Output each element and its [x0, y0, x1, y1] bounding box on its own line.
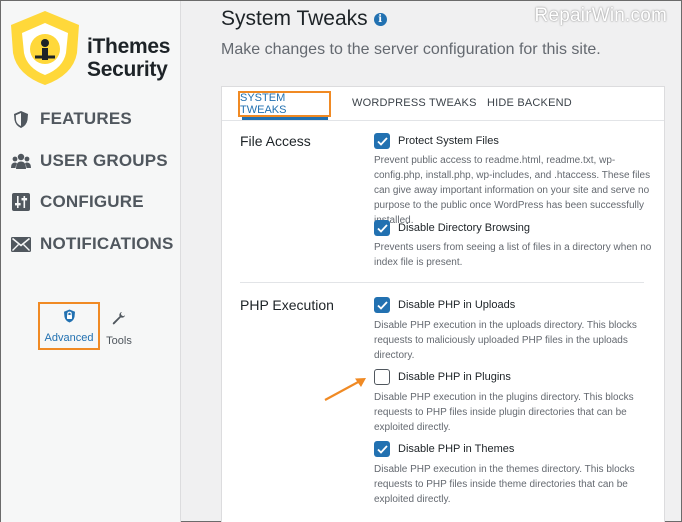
checkbox-checked[interactable]	[374, 220, 390, 236]
info-icon[interactable]: i	[373, 12, 387, 26]
tab-label: SYSTEM TWEAKS	[240, 92, 287, 116]
sidebar-subitem-tools[interactable]: Tools	[104, 312, 134, 347]
sidebar-item-features[interactable]: FEATURES	[11, 109, 132, 129]
option-disable-php-in-plugins[interactable]: Disable PHP in Plugins	[374, 369, 511, 385]
sidebar-item-configure[interactable]: CONFIGURE	[11, 192, 144, 212]
checkbox-unchecked[interactable]	[374, 369, 390, 385]
logo-line-2: Security	[87, 58, 168, 81]
section-label-file-access: File Access	[240, 133, 311, 149]
users-icon	[11, 151, 31, 171]
option-description: Prevent public access to readme.html, re…	[374, 155, 651, 226]
main-content: System Tweaks i Make changes to the serv…	[182, 1, 681, 522]
option-disable-php-in-uploads[interactable]: Disable PHP in Uploads	[374, 297, 515, 313]
option-protect-system-files[interactable]: Protect System Files	[374, 133, 499, 149]
sidebar-item-notifications[interactable]: NOTIFICATIONS	[11, 234, 174, 254]
sidebar-item-user-groups[interactable]: USER GROUPS	[11, 151, 168, 171]
section-divider	[240, 282, 644, 283]
sidebar-item-label: FEATURES	[40, 109, 132, 128]
checkmark-icon	[376, 444, 388, 454]
tab-hide-backend[interactable]: HIDE BACKEND	[487, 97, 572, 109]
sidebar-item-label: USER GROUPS	[40, 151, 168, 170]
wrench-icon	[112, 312, 126, 331]
tab-bar: SYSTEM TWEAKS WORDPRESS TWEAKS HIDE BACK…	[222, 87, 664, 121]
active-tab-indicator	[242, 117, 328, 120]
lock-shield-icon	[63, 309, 76, 328]
checkmark-icon	[376, 300, 388, 310]
annotation-arrow-icon	[324, 378, 366, 401]
settings-card: SYSTEM TWEAKS WORDPRESS TWEAKS HIDE BACK…	[221, 86, 665, 522]
section-label-php-execution: PHP Execution	[240, 297, 334, 313]
option-label: Protect System Files	[398, 135, 499, 147]
page-title: System Tweaks i	[221, 7, 387, 31]
tab-system-tweaks[interactable]: SYSTEM TWEAKS	[238, 91, 331, 117]
checkbox-checked[interactable]	[374, 297, 390, 313]
checkbox-checked[interactable]	[374, 133, 390, 149]
tab-wordpress-tweaks[interactable]: WORDPRESS TWEAKS	[352, 97, 477, 109]
option-disable-directory-browsing[interactable]: Disable Directory Browsing	[374, 220, 530, 236]
option-label: Disable Directory Browsing	[398, 222, 531, 234]
sliders-icon	[11, 192, 31, 212]
option-description: Disable PHP execution in the themes dire…	[374, 464, 635, 505]
option-label: Disable PHP in Plugins	[398, 371, 511, 383]
sidebar-subitem-advanced[interactable]: Advanced	[38, 302, 100, 350]
ithemes-logo[interactable]: iThemes Security	[7, 9, 179, 89]
option-label: Disable PHP in Themes	[398, 443, 515, 455]
tools-label: Tools	[106, 335, 132, 347]
advanced-label: Advanced	[44, 331, 94, 344]
option-description: Prevents users from seeing a list of fil…	[374, 242, 652, 268]
logo-text: iThemes Security	[87, 35, 170, 81]
option-description: Disable PHP execution in the plugins dir…	[374, 392, 634, 433]
sidebar: iThemes Security FEATURES USER GROUPS CO…	[1, 1, 181, 522]
option-label: Disable PHP in Uploads	[398, 299, 516, 311]
checkbox-checked[interactable]	[374, 441, 390, 457]
checkmark-icon	[376, 136, 388, 146]
envelope-icon	[11, 234, 31, 254]
watermark: RepairWin.com	[534, 5, 667, 26]
page-subtitle: Make changes to the server configuration…	[221, 41, 601, 58]
shield-icon	[11, 109, 31, 129]
checkmark-icon	[376, 223, 388, 233]
page-title-text: System Tweaks	[221, 7, 368, 30]
logo-line-1: iThemes	[87, 35, 171, 58]
ithemes-shield-logo-icon	[11, 11, 79, 85]
option-description: Disable PHP execution in the uploads dir…	[374, 320, 637, 361]
sidebar-item-label: NOTIFICATIONS	[40, 234, 174, 253]
option-disable-php-in-themes[interactable]: Disable PHP in Themes	[374, 441, 514, 457]
sidebar-item-label: CONFIGURE	[40, 192, 144, 211]
